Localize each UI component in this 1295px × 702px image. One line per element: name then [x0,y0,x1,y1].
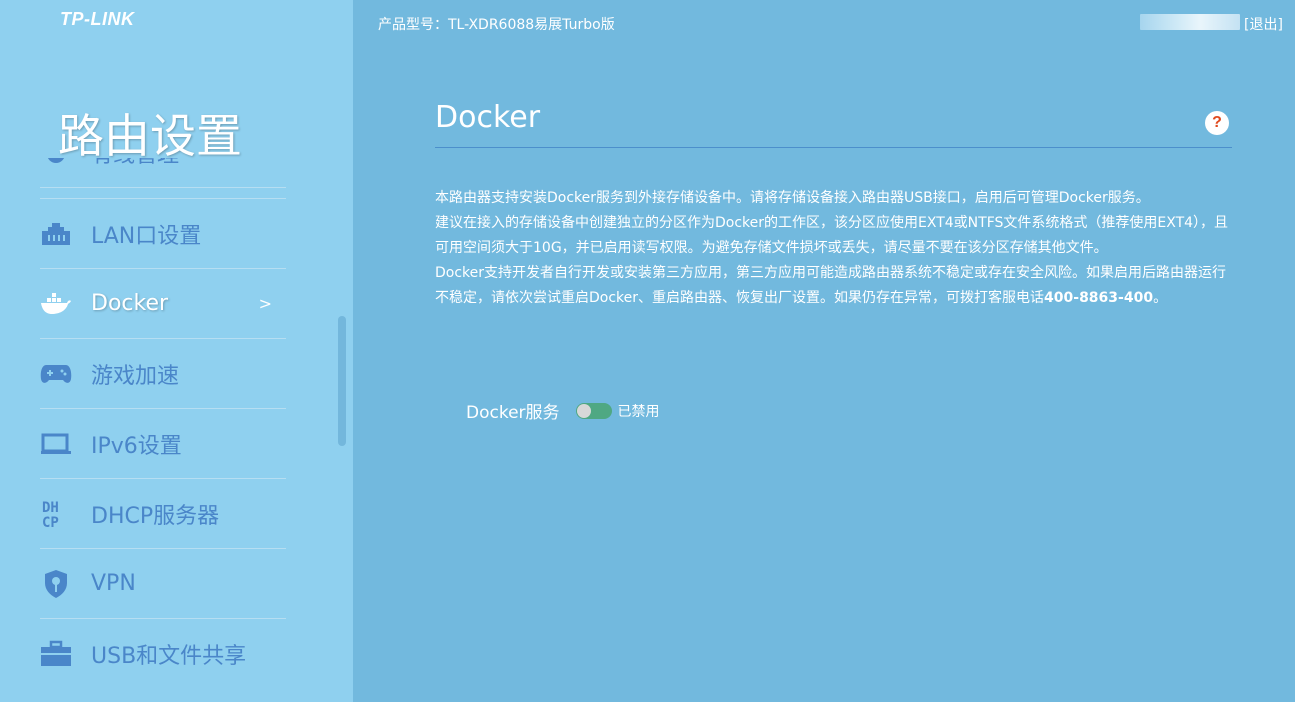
svg-text:DH: DH [42,500,59,516]
sidebar-item-docker[interactable]: Docker > [40,269,286,339]
docker-service-toggle[interactable] [575,402,612,419]
sidebar-item-label: Docker [91,291,169,316]
help-icon[interactable]: ? [1205,111,1229,135]
docker-whale-icon [40,288,72,320]
shield-key-icon [40,568,72,600]
title-divider [435,147,1232,148]
sidebar-item-label: 有线管理 [91,158,179,169]
docker-service-status: 已禁用 [617,403,660,420]
sidebar-item-dhcp[interactable]: DH CP DHCP服务器 [40,479,286,549]
tp-link-logo: TP-LINK [60,9,135,29]
sidebar-title: 路由设置 [58,109,242,163]
sidebar-item-vpn[interactable]: VPN [40,549,286,619]
sidebar-item-lan[interactable]: LAN口设置 [40,199,286,269]
docker-service-label: Docker服务 [466,403,560,423]
sidebar-item-label: LAN口设置 [91,223,202,249]
gamepad-icon [40,358,72,390]
toggle-knob [576,403,591,418]
sidebar-item-label: VPN [91,571,136,596]
sidebar-item-game[interactable]: 游戏加速 [40,339,286,409]
partial-icon [40,158,72,169]
product-model: 产品型号：TL-XDR6088易展Turbo版 [378,17,615,33]
monitor-icon [40,428,72,460]
sidebar-item-label: 游戏加速 [91,363,180,389]
sidebar-item-label: USB和文件共享 [91,644,247,669]
docker-service-row: Docker服务 已禁用 [466,398,660,423]
page-title: Docker [435,100,541,135]
sidebar: TP-LINK 路由设置 有线管理 LAN口设置 Docker > [0,0,353,702]
chevron-right-icon: > [258,294,272,313]
sidebar-item-ipv6[interactable]: IPv6设置 [40,409,286,479]
sidebar-item-usb[interactable]: USB和文件共享 [40,619,286,689]
sidebar-item-label: IPv6设置 [91,433,182,459]
description-paragraph-2: 建议在接入的存储设备中创建独立的分区作为Docker的工作区，该分区应使用EXT… [435,215,1229,256]
logout-link[interactable]: [退出] [1244,14,1283,34]
sidebar-scrollbar[interactable] [338,316,346,446]
dhcp-icon: DH CP [40,498,72,530]
svg-text:CP: CP [42,515,59,530]
support-phone: 400-8863-400 [1044,290,1154,306]
briefcase-icon [40,638,72,670]
sidebar-item-wired-partial[interactable]: 有线管理 [40,158,286,198]
sidebar-item-label: DHCP服务器 [91,503,220,529]
description: 本路由器支持安装Docker服务到外接存储设备中。请将存储设备接入路由器USB接… [435,186,1235,311]
description-paragraph-3: Docker支持开发者自行开发或安装第三方应用，第三方应用可能造成路由器系统不稳… [435,265,1227,306]
user-name-blurred [1140,14,1240,30]
ethernet-port-icon [40,218,72,250]
description-paragraph-1: 本路由器支持安装Docker服务到外接存储设备中。请将存储设备接入路由器USB接… [435,190,1150,206]
